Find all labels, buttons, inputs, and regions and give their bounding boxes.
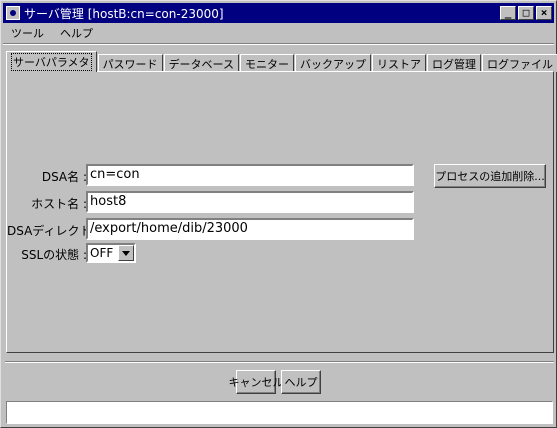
tab-database[interactable]: データベース <box>163 54 240 72</box>
tab-log-file[interactable]: ログファイル <box>482 54 557 72</box>
help-button[interactable]: ヘルプ <box>281 370 321 394</box>
close-button[interactable]: × <box>536 6 552 20</box>
minimize-button[interactable]: _ <box>500 6 516 20</box>
menu-tools[interactable]: ツール <box>3 25 52 41</box>
menu-separator <box>3 43 554 45</box>
tab-monitor[interactable]: モニター <box>240 54 295 72</box>
host-name-field[interactable]: host8 <box>86 191 414 213</box>
dsa-name-field[interactable]: cn=con <box>86 164 414 186</box>
dsa-name-label: DSA名 : <box>41 170 87 184</box>
tab-backup[interactable]: バックアップ <box>295 54 372 72</box>
menu-bar: ツール ヘルプ <box>3 24 554 42</box>
cancel-button[interactable]: キャンセル <box>229 370 284 394</box>
main-window: サーバ管理 [hostB:cn=con-23000] _ □ × ツール ヘルプ… <box>0 0 557 428</box>
tab-strip: サーバパラメタ パスワード データベース モニター バックアップ リストア ログ… <box>6 51 557 72</box>
app-icon <box>6 6 20 20</box>
chevron-down-icon[interactable] <box>118 245 134 261</box>
dsa-directory-field[interactable]: /export/home/dib/23000 <box>86 218 414 240</box>
dsa-directory-label: DSAディレクトリ : <box>7 224 112 238</box>
status-bar <box>6 401 553 424</box>
tab-server-params[interactable]: サーバパラメタ <box>6 51 97 72</box>
process-add-remove-button[interactable]: プロセスの追加削除... <box>434 164 546 188</box>
tab-label: サーバパラメタ <box>11 53 92 71</box>
ssl-state-value: OFF <box>90 246 114 260</box>
server-params-panel: DSA名 : cn=con ホスト名 : host8 DSAディレクトリ : /… <box>6 71 554 353</box>
tab-restore[interactable]: リストア <box>372 54 427 72</box>
host-name-label: ホスト名 : <box>31 197 87 211</box>
ssl-state-select[interactable]: OFF <box>86 243 136 263</box>
maximize-button[interactable]: □ <box>518 6 534 20</box>
window-title: サーバ管理 [hostB:cn=con-23000] <box>24 6 224 21</box>
tab-password[interactable]: パスワード <box>97 54 163 72</box>
title-bar[interactable]: サーバ管理 [hostB:cn=con-23000] _ □ × <box>3 3 554 23</box>
footer-separator <box>5 361 554 363</box>
ssl-state-label: SSLの状態 : <box>21 248 87 262</box>
menu-help[interactable]: ヘルプ <box>52 25 101 41</box>
tab-log-management[interactable]: ログ管理 <box>427 54 482 72</box>
